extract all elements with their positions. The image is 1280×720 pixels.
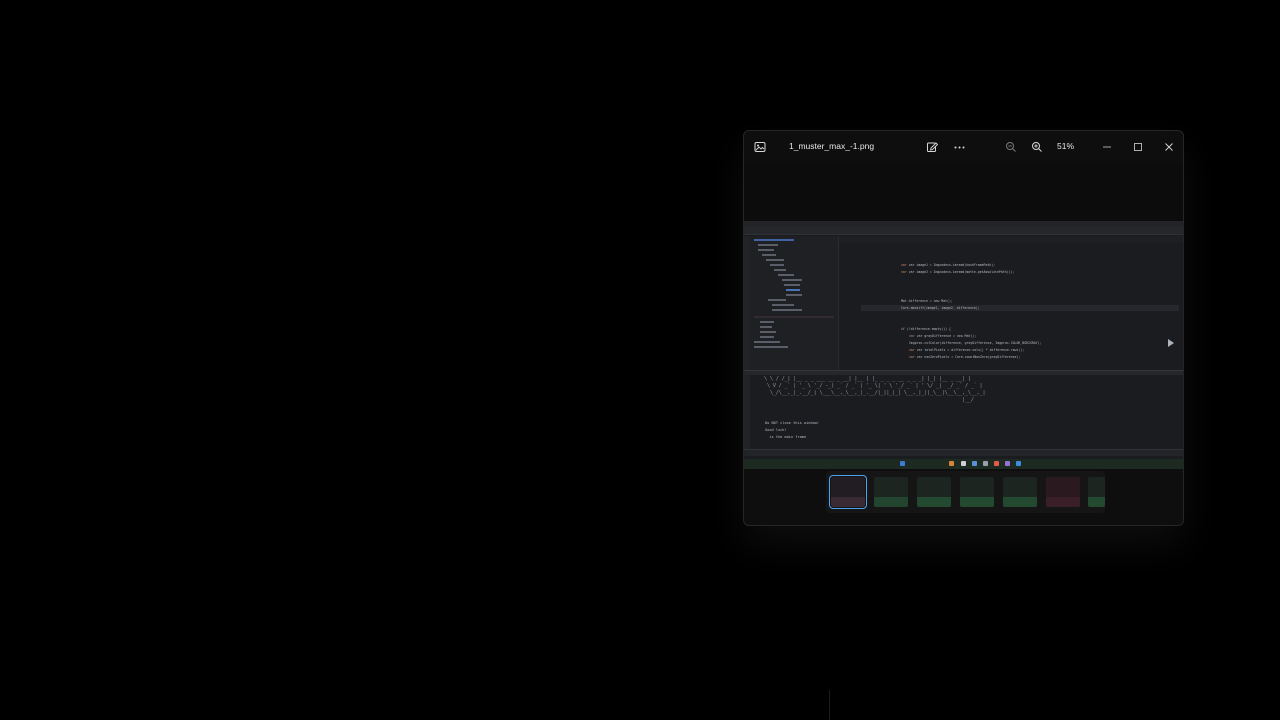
title-bar: 1_muster_max_-1.png 51% — [744, 131, 1183, 163]
ascii-banner-line: \ \ / /_| |__ _ _ ___ __ _ __| |__ | |_ … — [764, 376, 971, 382]
photos-app-icon — [753, 140, 767, 154]
filmstrip-thumbnail[interactable] — [1003, 477, 1037, 507]
ascii-banner-line: |__/ — [764, 397, 974, 403]
taskbar-app-icon — [972, 461, 977, 466]
code-line: if (!difference.empty()) { — [901, 327, 951, 331]
code-line: Core.absdiff(image1, image2, difference)… — [901, 306, 980, 310]
ide-toolbar — [744, 227, 1183, 235]
code-line: Imgproc.cvtColor(difference, grayDiffere… — [909, 341, 1042, 345]
image-canvas[interactable]: var var image1 = Imgcodecs.imread(hashFr… — [744, 163, 1183, 469]
ide-editor-tabs — [839, 236, 1183, 243]
code-line: Mat difference = new Mat(); — [901, 299, 953, 303]
minimize-icon[interactable] — [1099, 139, 1115, 155]
zoom-in-icon[interactable] — [1029, 139, 1045, 155]
file-name: 1_muster_max_-1.png — [789, 141, 875, 151]
taskbar-app-icon — [961, 461, 966, 466]
code-line: var var image2 = Imgcodecs.imread(matte.… — [901, 270, 1015, 274]
ascii-banner-line: \_/\__,_|_.__/_| \___\__,_\__,_|_.__/|_|… — [764, 390, 986, 396]
more-options-icon[interactable] — [951, 139, 967, 155]
code-line: var var image1 = Imgcodecs.imread(hashFr… — [901, 263, 996, 267]
photos-viewer-window: 1_muster_max_-1.png 51% var var image1 =… — [743, 130, 1184, 526]
maximize-icon[interactable] — [1130, 139, 1146, 155]
displayed-image: var var image1 = Imgcodecs.imread(hashFr… — [744, 221, 1183, 469]
filmstrip-thumbnail[interactable] — [960, 477, 994, 507]
console-line: is the main frame — [765, 435, 807, 439]
filmstrip-thumbnail[interactable] — [1088, 477, 1105, 507]
taskbar-app-icon — [949, 461, 954, 466]
console-line: Do NOT close this window! — [765, 421, 820, 425]
zoom-out-icon[interactable] — [1003, 139, 1019, 155]
code-line: var var nonZeroPixels = Core.countNonZer… — [909, 355, 1021, 359]
taskbar-app-icon — [983, 461, 988, 466]
ide-status-bar — [744, 449, 1183, 456]
filmstrip-thumbnail[interactable] — [1046, 477, 1080, 507]
taskbar-app-icon — [1016, 461, 1021, 466]
close-icon[interactable] — [1161, 139, 1177, 155]
filmstrip-thumbnail[interactable] — [829, 475, 867, 509]
filmstrip-thumbnail[interactable] — [874, 477, 908, 507]
start-icon — [900, 461, 905, 466]
filmstrip-thumbnail[interactable] — [917, 477, 951, 507]
ascii-banner-line: \ V / _` | '_ \ '_/ -_) _` / _` | '_ \| … — [764, 383, 983, 389]
background-divider — [829, 690, 830, 720]
edit-image-icon[interactable] — [924, 139, 940, 155]
taskbar-app-icon — [1005, 461, 1010, 466]
zoom-level[interactable]: 51% — [1057, 141, 1074, 151]
console-line: Good luck! — [765, 428, 787, 432]
ide-project-tree — [750, 236, 839, 370]
filmstrip — [826, 471, 1105, 513]
code-line: var var totalPixels = difference.cols() … — [909, 348, 1025, 352]
code-line: var var grayDifference = new Mat(); — [909, 334, 977, 338]
taskbar-app-icon — [994, 461, 999, 466]
run-arrow-icon — [1168, 339, 1174, 347]
